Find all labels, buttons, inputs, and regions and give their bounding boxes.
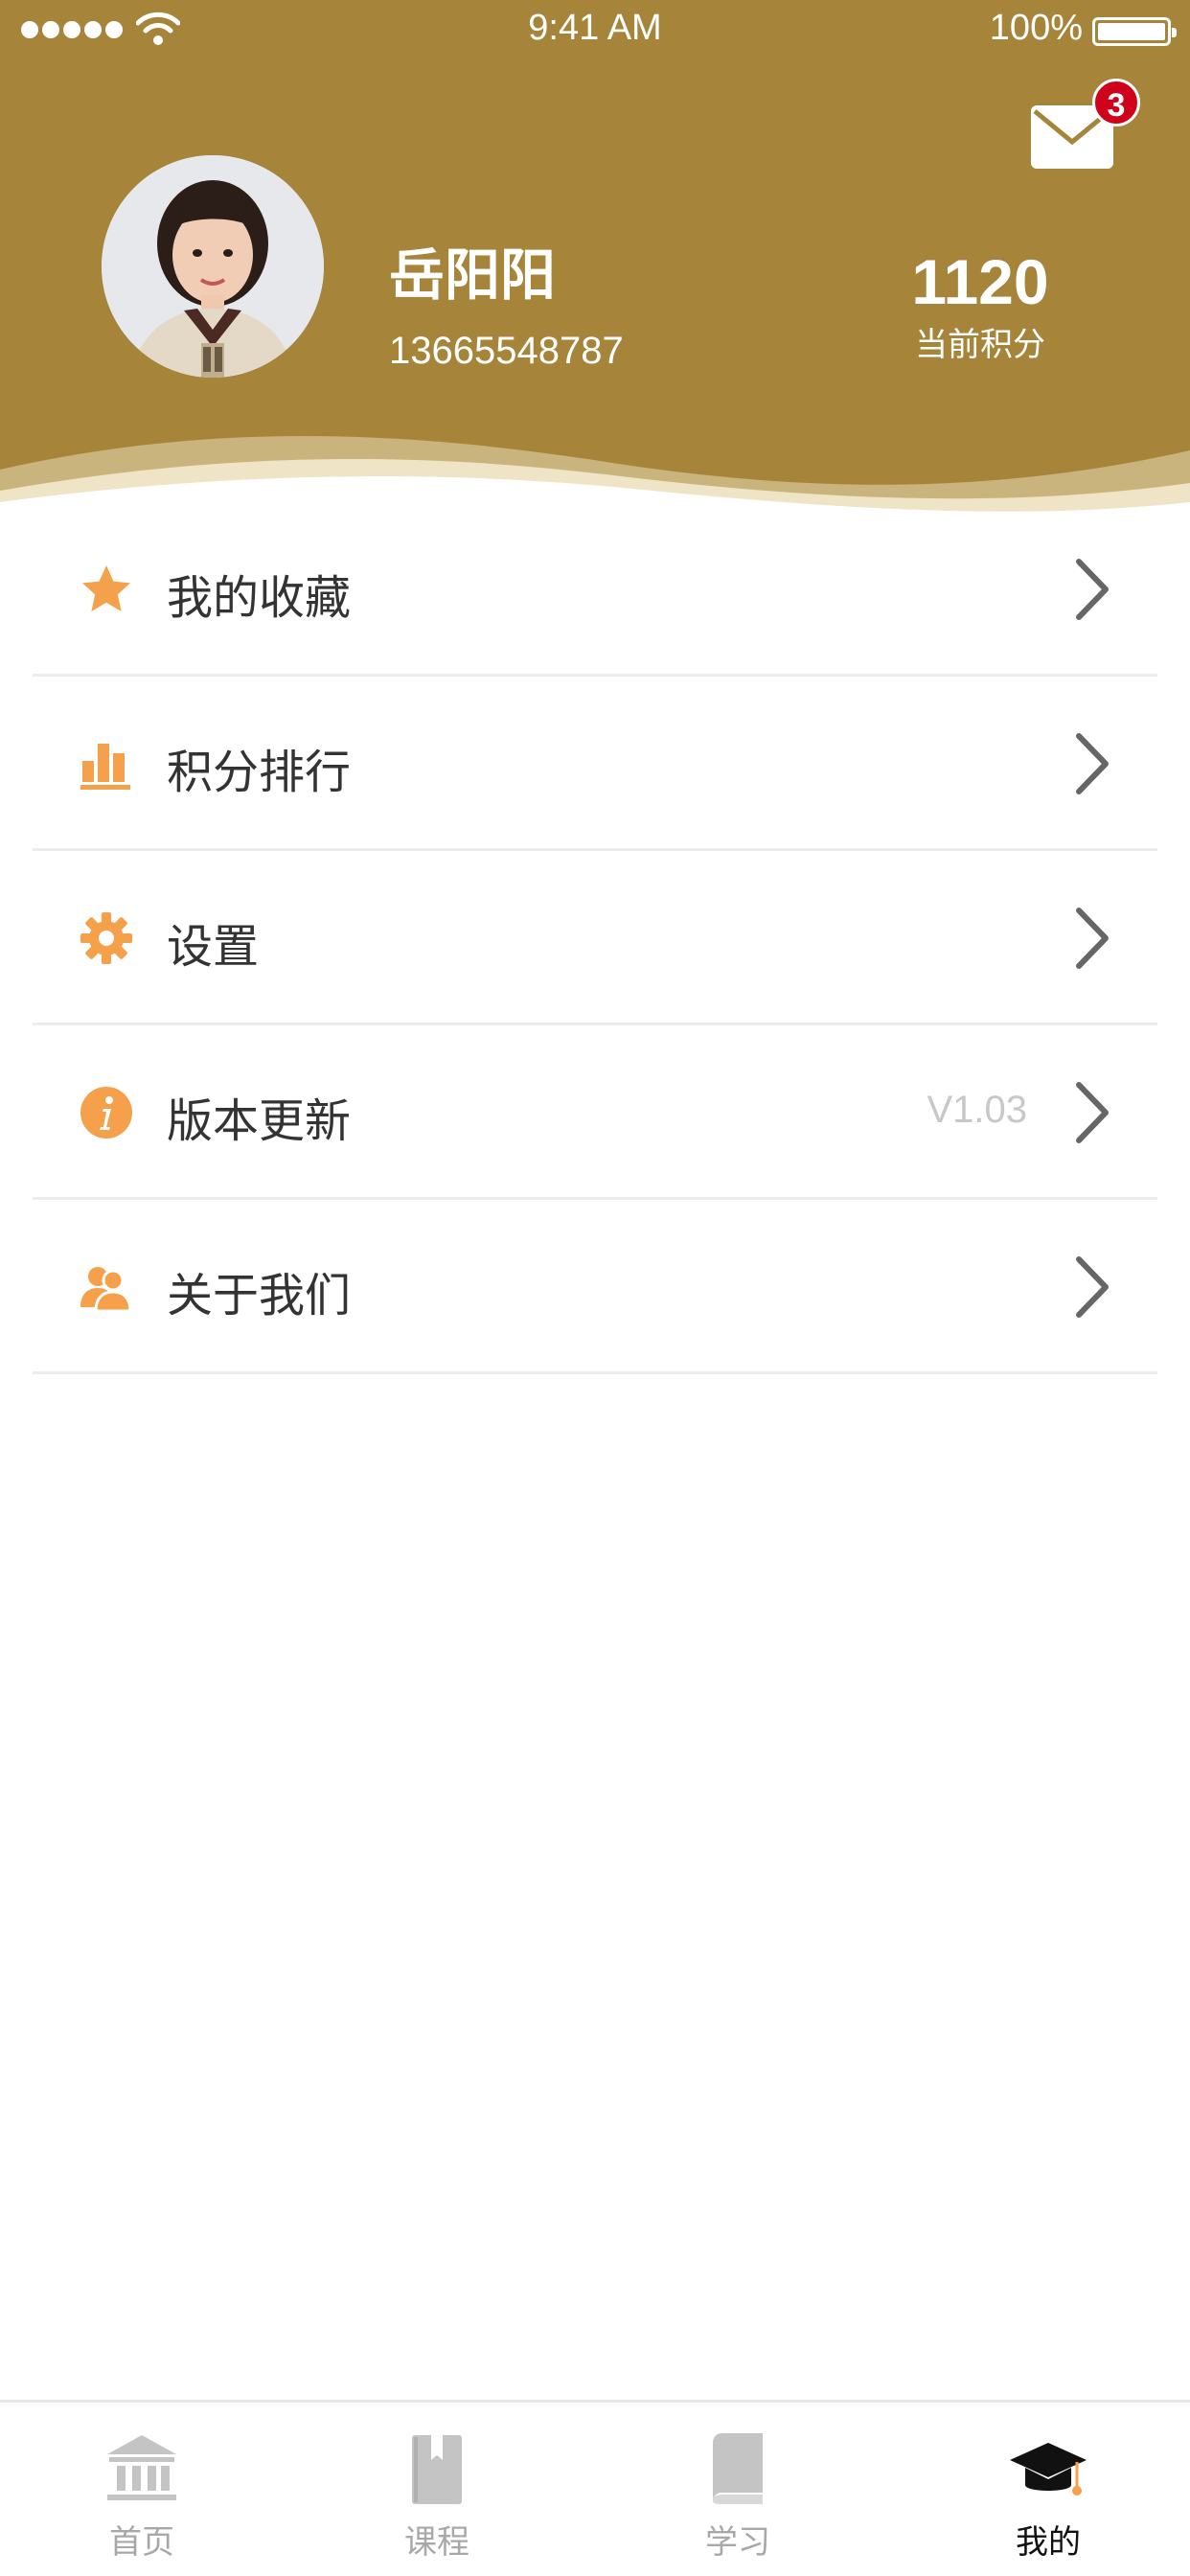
tab-label: 学习 — [705, 2523, 770, 2562]
battery-percentage: 100% — [989, 8, 1083, 48]
gear-icon — [80, 912, 132, 964]
bar-chart-icon — [80, 744, 130, 790]
notification-badge: 3 — [1092, 79, 1140, 126]
bookmark-book-icon — [412, 2435, 462, 2504]
book-icon — [713, 2433, 763, 2504]
chevron-right-icon — [1076, 1256, 1109, 1318]
chevron-right-icon — [1076, 733, 1109, 794]
menu-item-favorites[interactable]: 我的收藏 — [33, 502, 1157, 677]
status-bar: 9:41 AM 100% — [0, 0, 1190, 61]
tab-label: 首页 — [109, 2523, 174, 2562]
menu-item-label: 积分排行 — [167, 746, 352, 799]
menu-item-label: 设置 — [167, 920, 260, 974]
chevron-right-icon — [1076, 1082, 1109, 1143]
bank-icon — [107, 2435, 176, 2500]
avatar-image — [102, 155, 324, 378]
menu-item-label: 我的收藏 — [167, 571, 352, 625]
tab-label: 课程 — [404, 2523, 469, 2562]
user-phone: 13665548787 — [389, 330, 624, 372]
tab-courses[interactable]: 课程 — [341, 2403, 533, 2576]
points-value[interactable]: 1120 — [862, 245, 1098, 318]
tab-mine[interactable]: 我的 — [952, 2403, 1144, 2576]
points-label: 当前积分 — [915, 326, 1045, 364]
star-icon — [82, 565, 130, 611]
bottom-tab-bar: 首页 课程 学习 我的 — [0, 2400, 1190, 2576]
tab-study[interactable]: 学习 — [642, 2403, 834, 2576]
info-icon — [80, 1087, 132, 1138]
profile-menu: 我的收藏 积分排行 设置 版本更新 V1.03 关于我们 — [0, 502, 1190, 1374]
profile-header: 9:41 AM 100% 3 岳阳阳 13665548787 1120 当前积分 — [0, 0, 1190, 537]
menu-item-label: 版本更新 — [167, 1094, 352, 1148]
battery-icon — [1092, 17, 1177, 46]
version-number: V1.03 — [927, 1089, 1027, 1131]
menu-item-label: 关于我们 — [167, 1269, 352, 1322]
menu-item-points-ranking[interactable]: 积分排行 — [33, 677, 1157, 851]
chevron-right-icon — [1076, 559, 1109, 620]
menu-item-about-us[interactable]: 关于我们 — [33, 1200, 1157, 1374]
menu-item-version-update[interactable]: 版本更新 V1.03 — [33, 1025, 1157, 1200]
chevron-right-icon — [1076, 908, 1109, 969]
tab-home[interactable]: 首页 — [46, 2403, 238, 2576]
users-icon — [80, 1267, 132, 1313]
tab-label: 我的 — [1016, 2523, 1081, 2562]
user-name: 岳阳阳 — [389, 242, 557, 308]
graduation-cap-icon — [1010, 2443, 1087, 2496]
menu-item-settings[interactable]: 设置 — [33, 851, 1157, 1025]
avatar[interactable] — [102, 155, 324, 378]
